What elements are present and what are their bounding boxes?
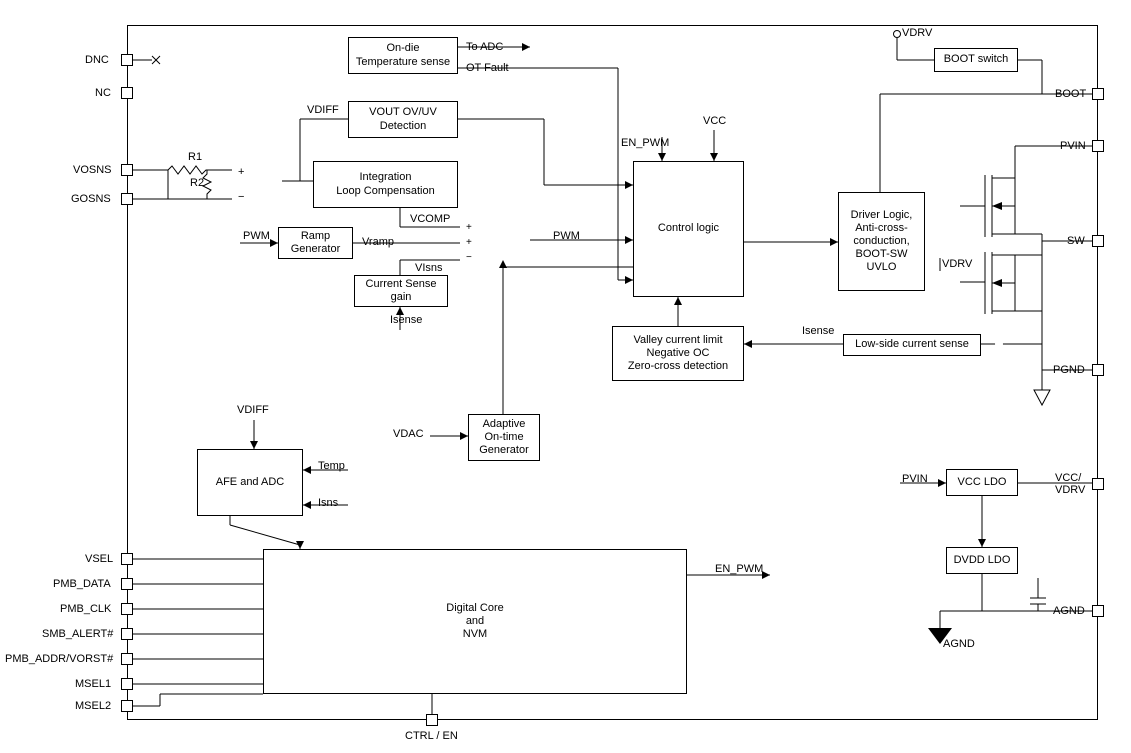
label-dnc: DNC [85,54,109,66]
label-pmb-clk: PMB_CLK [60,603,111,615]
block-integration: Integration Loop Compensation [313,161,458,208]
block-temp-sense: On-die Temperature sense [348,37,458,74]
label-vcomp: VCOMP [410,213,450,225]
label-isense: Isense [390,314,422,326]
label-vdac: VDAC [393,428,424,440]
block-adaptive: Adaptive On-time Generator [468,414,540,461]
label-vsel: VSEL [85,553,113,565]
block-lowside-cs: Low-side current sense [843,334,981,356]
label-r1: R1 [188,151,202,163]
diagram-canvas: DNC NC VOSNS GOSNS VSEL PMB_DATA PMB_CLK… [0,0,1131,753]
pin-vsel [121,553,133,565]
label-en-pwm: EN_PWM [621,137,669,149]
block-vcc-ldo: VCC LDO [946,469,1018,496]
block-control-logic: Control logic [633,161,744,297]
label-boot: BOOT [1055,88,1086,100]
label-pgnd: PGND [1053,364,1085,376]
pin-pmb-addr [121,653,133,665]
pin-pvin [1092,140,1104,152]
pin-agnd [1092,605,1104,617]
pin-msel1 [121,678,133,690]
label-pmb-data: PMB_DATA [53,578,111,590]
pin-gosns [121,193,133,205]
label-vcc-vdrv: VCC/ VDRV [1055,472,1085,496]
pin-pmb-clk [121,603,133,615]
block-dvdd-ldo: DVDD LDO [946,547,1018,574]
label-pvin: PVIN [1060,140,1086,152]
pin-pmb-data [121,578,133,590]
block-valley: Valley current limit Negative OC Zero-cr… [612,326,744,381]
pin-vcc-vdrv [1092,478,1104,490]
label-sw: SW [1067,235,1085,247]
label-temp: Temp [318,460,345,472]
block-ramp-gen: Ramp Generator [278,227,353,259]
pin-ctrl-en [426,714,438,726]
label-agnd2: AGND [943,638,975,650]
pin-sw [1092,235,1104,247]
label-ot-fault: OT Fault [466,62,509,74]
pin-vdrv-top [893,30,901,38]
block-cs-gain: Current Sense gain [354,275,448,307]
label-visns: VIsns [415,262,443,274]
label-vcc: VCC [703,115,726,127]
label-agnd: AGND [1053,605,1085,617]
pin-smb-alert [121,628,133,640]
block-afe-adc: AFE and ADC [197,449,303,516]
label-ctrl-en: CTRL / EN [405,730,458,742]
label-pwm-in: PWM [243,230,270,242]
label-nc: NC [95,87,111,99]
label-smb-alert: SMB_ALERT# [42,628,113,640]
label-r2: R2 [190,177,204,189]
pin-nc [121,87,133,99]
label-msel1: MSEL1 [75,678,111,690]
label-pvin2: PVIN [902,473,928,485]
label-vramp: Vramp [362,236,394,248]
label-isense2: Isense [802,325,834,337]
pin-vosns [121,164,133,176]
label-en-pwm2: EN_PWM [715,563,763,575]
label-vdiff2: VDIFF [237,404,269,416]
pin-boot [1092,88,1104,100]
label-pwm-out: PWM [553,230,580,242]
block-driver-logic: Driver Logic, Anti-cross- conduction, BO… [838,192,925,291]
label-isns: Isns [318,497,338,509]
block-boot-switch: BOOT switch [934,48,1018,72]
label-to-adc: To ADC [466,41,503,53]
pin-pgnd [1092,364,1104,376]
label-vosns: VOSNS [73,164,112,176]
block-vout-detect: VOUT OV/UV Detection [348,101,458,138]
label-pmb-addr: PMB_ADDR/VORST# [5,653,113,665]
label-vdrv-top: VDRV [902,27,932,39]
label-vdiff: VDIFF [307,104,339,116]
label-vdrv2: VDRV [942,258,972,270]
label-gosns: GOSNS [71,193,111,205]
pin-msel2 [121,700,133,712]
block-digital-core: Digital Core and NVM [263,549,687,694]
label-msel2: MSEL2 [75,700,111,712]
pin-dnc [121,54,133,66]
